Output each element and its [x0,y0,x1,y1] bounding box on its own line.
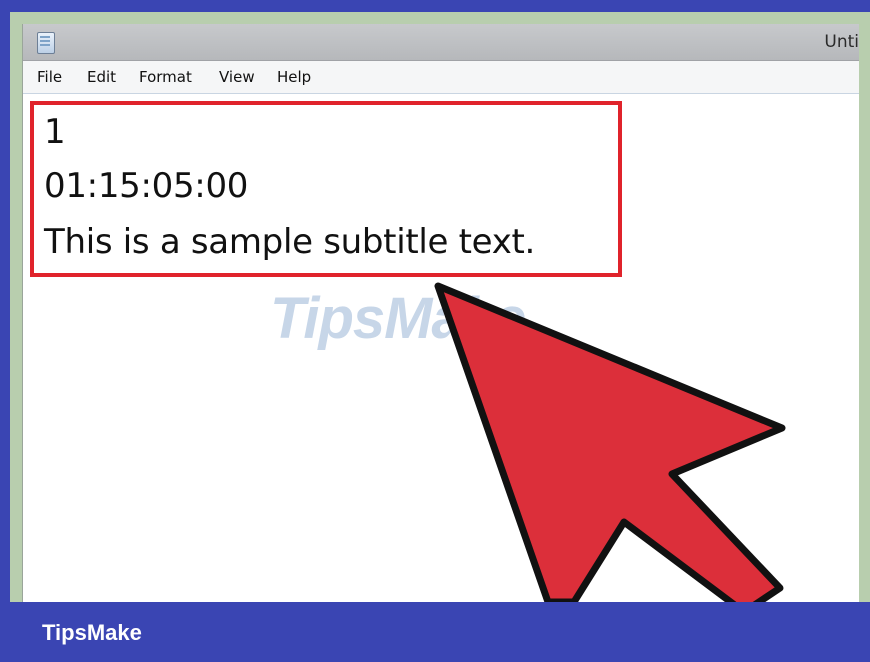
pointer-arrow-icon [434,282,786,616]
footer-bar: TipsMake [0,602,870,662]
footer-brand: TipsMake [42,620,142,645]
